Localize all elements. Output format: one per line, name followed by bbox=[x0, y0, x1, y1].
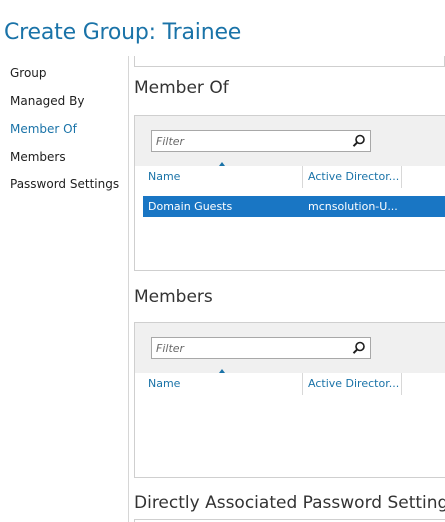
search-icon[interactable] bbox=[351, 340, 367, 356]
member-of-heading: Member Of bbox=[134, 78, 229, 98]
column-separator[interactable] bbox=[302, 373, 303, 395]
column-separator[interactable] bbox=[401, 166, 402, 188]
member-of-row-selected[interactable]: Domain Guests mcnsolution-U... bbox=[143, 196, 445, 217]
nav-item-password-settings[interactable]: Password Settings bbox=[10, 177, 119, 191]
member-of-row-name: Domain Guests bbox=[148, 200, 233, 213]
nav-item-managed-by[interactable]: Managed By bbox=[10, 94, 84, 108]
member-of-filter-box bbox=[151, 130, 371, 152]
content-pane[interactable]: Member Of Name Active Director... Domain… bbox=[129, 56, 445, 522]
nav-item-members[interactable]: Members bbox=[10, 150, 66, 164]
member-of-filter-input[interactable] bbox=[152, 131, 346, 151]
nav-item-member-of[interactable]: Member Of bbox=[10, 122, 77, 136]
members-filter-box bbox=[151, 337, 371, 359]
column-separator[interactable] bbox=[302, 166, 303, 188]
members-heading: Members bbox=[134, 287, 213, 307]
member-of-column-name[interactable]: Name bbox=[148, 166, 298, 188]
member-of-column-source[interactable]: Active Director... bbox=[308, 166, 408, 188]
window-title: Create Group: Trainee bbox=[4, 20, 242, 45]
member-of-panel: Name Active Director... Domain Guests mc… bbox=[134, 115, 445, 271]
section-navigation: Group Managed By Member Of Members Passw… bbox=[0, 56, 127, 522]
members-column-name[interactable]: Name bbox=[148, 373, 298, 395]
column-separator[interactable] bbox=[401, 373, 402, 395]
password-settings-heading: Directly Associated Password Settings bbox=[134, 493, 445, 513]
group-section-bottom bbox=[134, 56, 445, 67]
title-bar: Create Group: Trainee bbox=[0, 0, 445, 56]
nav-item-group[interactable]: Group bbox=[10, 66, 47, 80]
search-icon[interactable] bbox=[351, 133, 367, 149]
members-filter-input[interactable] bbox=[152, 338, 346, 358]
members-panel: Name Active Director... bbox=[134, 322, 445, 478]
members-toolbar bbox=[135, 323, 445, 373]
member-of-row-source: mcnsolution-U... bbox=[308, 200, 398, 213]
members-column-source[interactable]: Active Director... bbox=[308, 373, 408, 395]
member-of-toolbar bbox=[135, 116, 445, 166]
